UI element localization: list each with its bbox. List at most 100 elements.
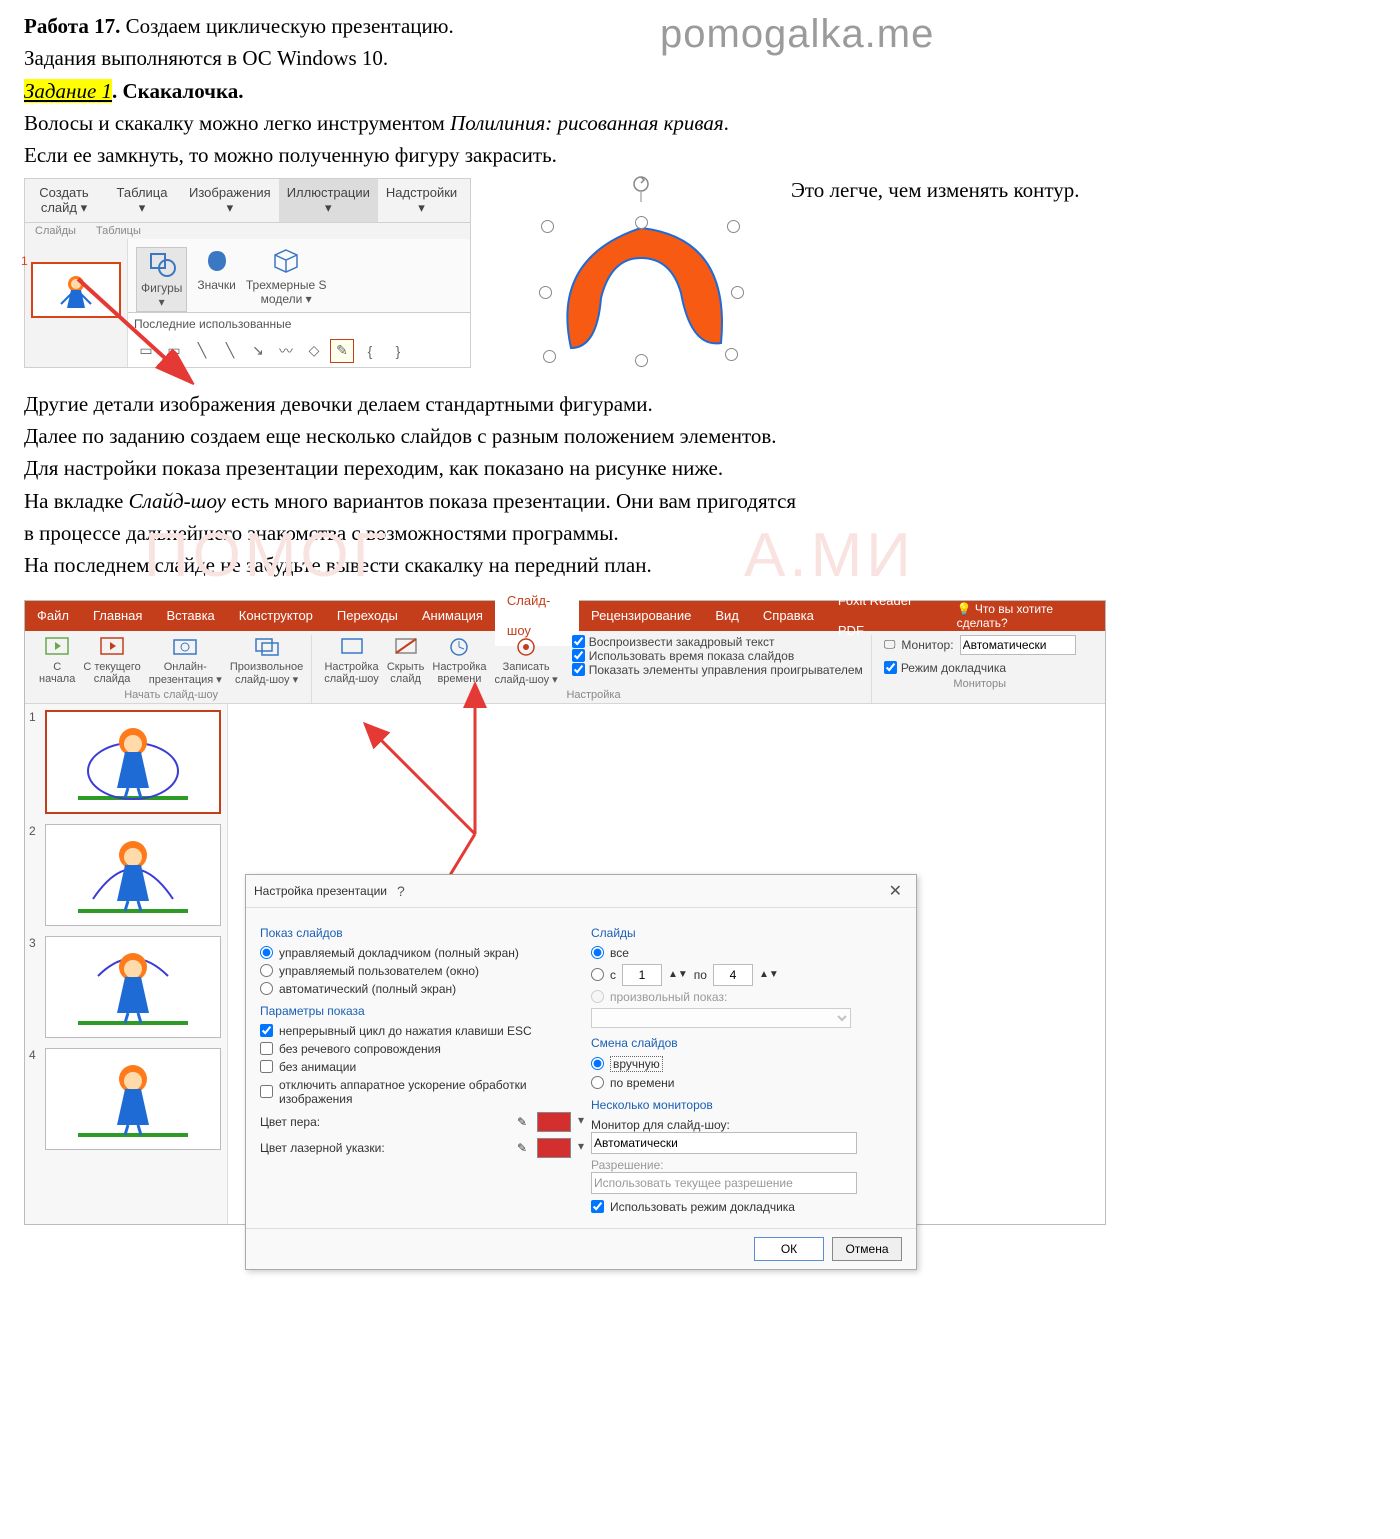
from-input[interactable]: [622, 964, 662, 986]
monitor-icon: 🖵: [884, 637, 896, 652]
slides-custom[interactable]: произвольный показ:: [591, 990, 902, 1004]
sel-handle[interactable]: [731, 286, 744, 299]
help-icon[interactable]: ?: [387, 883, 415, 899]
shape-curve[interactable]: 〰: [274, 339, 298, 363]
monitor-input[interactable]: [960, 635, 1076, 655]
ribbon-btn-illustrations[interactable]: Иллюстрации ▾: [279, 179, 378, 222]
online-present-button[interactable]: Онлайн- презентация ▾: [149, 635, 222, 686]
param-loop[interactable]: непрерывный цикл до нажатия клавиши ESC: [260, 1024, 571, 1038]
monitor-field[interactable]: 🖵 Монитор:: [884, 635, 1076, 655]
thumb-2[interactable]: 2: [31, 824, 221, 926]
3dmodels-button[interactable]: Трехмерные S модели ▾: [246, 247, 327, 312]
change-timed[interactable]: по времени: [591, 1076, 902, 1090]
tab-design[interactable]: Конструктор: [227, 601, 325, 631]
pen-color-field[interactable]: Цвет пера:✎: [260, 1112, 571, 1132]
use-timings-check[interactable]: Использовать время показа слайдов: [572, 649, 863, 663]
monitor-select[interactable]: [591, 1132, 857, 1154]
group-tables: Таблицы: [86, 223, 151, 239]
intro-line4: Волосы и скакалку можно легко инструмент…: [24, 109, 1376, 137]
shape-line2[interactable]: ╲: [218, 339, 242, 363]
tab-insert[interactable]: Вставка: [154, 601, 226, 631]
setup-show-button[interactable]: Настройка слайд-шоу: [324, 635, 379, 686]
ribbon-btn-table[interactable]: Таблица ▾: [103, 179, 181, 222]
shape-line[interactable]: ╲: [190, 339, 214, 363]
close-icon[interactable]: ✕: [883, 881, 908, 901]
shape-rect[interactable]: ▭: [162, 339, 186, 363]
param-no-animation[interactable]: без анимации: [260, 1060, 571, 1074]
rehearse-button[interactable]: Настройка времени: [432, 635, 486, 686]
resolution-select[interactable]: [591, 1172, 857, 1194]
from-beginning-button[interactable]: С начала: [39, 635, 75, 686]
tab-review[interactable]: Рецензирование: [579, 601, 703, 631]
ribbon-btn-addins[interactable]: Надстройки ▾: [378, 179, 465, 222]
ribbon-btn-images[interactable]: Изображения ▾: [181, 179, 279, 222]
p2-l3: Для настройки показа презентации переход…: [24, 454, 1376, 482]
play-narration-check[interactable]: Воспроизвести закадровый текст: [572, 635, 863, 649]
shape-arrow[interactable]: ↘: [246, 339, 270, 363]
rotate-handle-icon[interactable]: [631, 174, 651, 204]
thumb-4[interactable]: 4: [31, 1048, 221, 1150]
hair-shape-selected: [531, 198, 751, 378]
sel-handle[interactable]: [543, 350, 556, 363]
presenter-mode-check[interactable]: Режим докладчика: [884, 661, 1076, 675]
from-current-button[interactable]: С текущего слайда: [83, 635, 140, 686]
use-presenter-check[interactable]: Использовать режим докладчика: [591, 1200, 902, 1214]
shape-scribble[interactable]: ✎: [330, 339, 354, 363]
hide-slide-button[interactable]: Скрыть слайд: [387, 635, 425, 686]
cancel-button[interactable]: Отмена: [832, 1237, 902, 1261]
girl-icon: [73, 941, 193, 1031]
record-button[interactable]: Записать слайд-шоу ▾: [495, 635, 558, 686]
show-controls-check[interactable]: Показать элементы управления проигрывате…: [572, 663, 863, 677]
sel-handle[interactable]: [635, 216, 648, 229]
thumb-3[interactable]: 3: [31, 936, 221, 1038]
shape-brace2[interactable]: }: [386, 339, 410, 363]
sec-change: Смена слайдов: [591, 1036, 902, 1050]
ok-button[interactable]: ОК: [754, 1237, 824, 1261]
show-opt-presenter[interactable]: управляемый докладчиком (полный экран): [260, 946, 571, 960]
shapes-button[interactable]: Фигуры ▾: [136, 247, 187, 312]
thumb-1[interactable]: [31, 262, 121, 318]
ribbon-btn-newslide[interactable]: Создать слайд ▾: [25, 179, 103, 222]
tab-view[interactable]: Вид: [703, 601, 751, 631]
thumb-number: 1: [21, 254, 28, 268]
setup-show-dialog: Настройка презентации ? ✕ Показ слайдов …: [245, 874, 917, 1270]
shape-textbox[interactable]: ▭: [134, 339, 158, 363]
sel-handle[interactable]: [727, 220, 740, 233]
sec-params: Параметры показа: [260, 1004, 571, 1018]
param-no-hwaccel[interactable]: отключить аппаратное ускорение обработки…: [260, 1078, 571, 1106]
ribbon-insert: Создать слайд ▾ Таблица ▾ Изображения ▾ …: [24, 178, 471, 368]
to-input[interactable]: [713, 964, 753, 986]
icons-icon: [202, 247, 232, 275]
girl-icon: [73, 716, 193, 806]
slides-range[interactable]: с ▲▼ по ▲▼: [591, 964, 902, 986]
slides-all[interactable]: все: [591, 946, 902, 960]
intro-task: Задание 1. Скакалочка.: [24, 77, 1376, 105]
shapes-icon: [147, 250, 177, 278]
recent-shapes-header: Последние использованные: [128, 312, 470, 335]
shape-brace[interactable]: {: [358, 339, 382, 363]
show-opt-window[interactable]: управляемый пользователем (окно): [260, 964, 571, 978]
tab-transitions[interactable]: Переходы: [325, 601, 410, 631]
tab-animations[interactable]: Анимация: [410, 601, 495, 631]
p2-l2: Далее по заданию создаем еще несколько с…: [24, 422, 1376, 450]
param-no-narration[interactable]: без речевого сопровождения: [260, 1042, 571, 1056]
p2-l6: На последнем слайде не забудьте вывести …: [24, 551, 1376, 579]
tell-me-field[interactable]: 💡 Что вы хотите сделать?: [943, 602, 1105, 630]
show-opt-kiosk[interactable]: автоматический (полный экран): [260, 982, 571, 996]
change-manual[interactable]: вручную: [591, 1056, 902, 1072]
powerpoint-window: Файл Главная Вставка Конструктор Переход…: [24, 600, 1106, 1225]
sel-handle[interactable]: [635, 354, 648, 367]
sel-handle[interactable]: [725, 348, 738, 361]
sel-handle[interactable]: [541, 220, 554, 233]
shape-freeform[interactable]: ◇: [302, 339, 326, 363]
tab-file[interactable]: Файл: [25, 601, 81, 631]
sel-handle[interactable]: [539, 286, 552, 299]
tab-home[interactable]: Главная: [81, 601, 154, 631]
girl-icon: [73, 1053, 193, 1143]
custom-show-select[interactable]: [591, 1008, 851, 1028]
icons-button[interactable]: Значки: [197, 247, 236, 312]
laser-color-field[interactable]: Цвет лазерной указки:✎: [260, 1138, 571, 1158]
custom-show-button[interactable]: Произвольное слайд-шоу ▾: [230, 635, 303, 686]
tab-help[interactable]: Справка: [751, 601, 826, 631]
thumb-1[interactable]: 1: [31, 710, 221, 814]
